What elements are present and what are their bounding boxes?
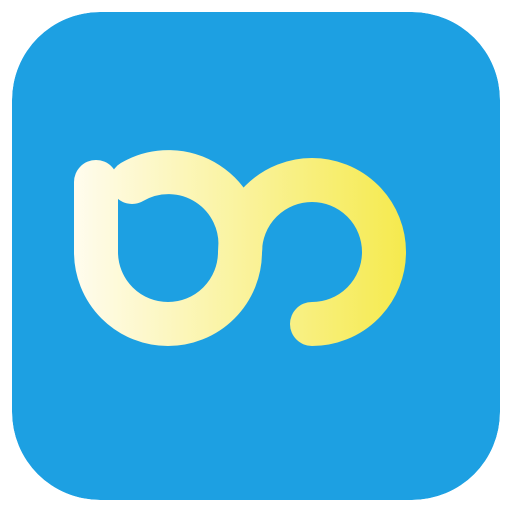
icon-canvas [0,0,512,512]
app-icon-graphic [12,12,500,500]
app-icon[interactable] [12,12,500,500]
